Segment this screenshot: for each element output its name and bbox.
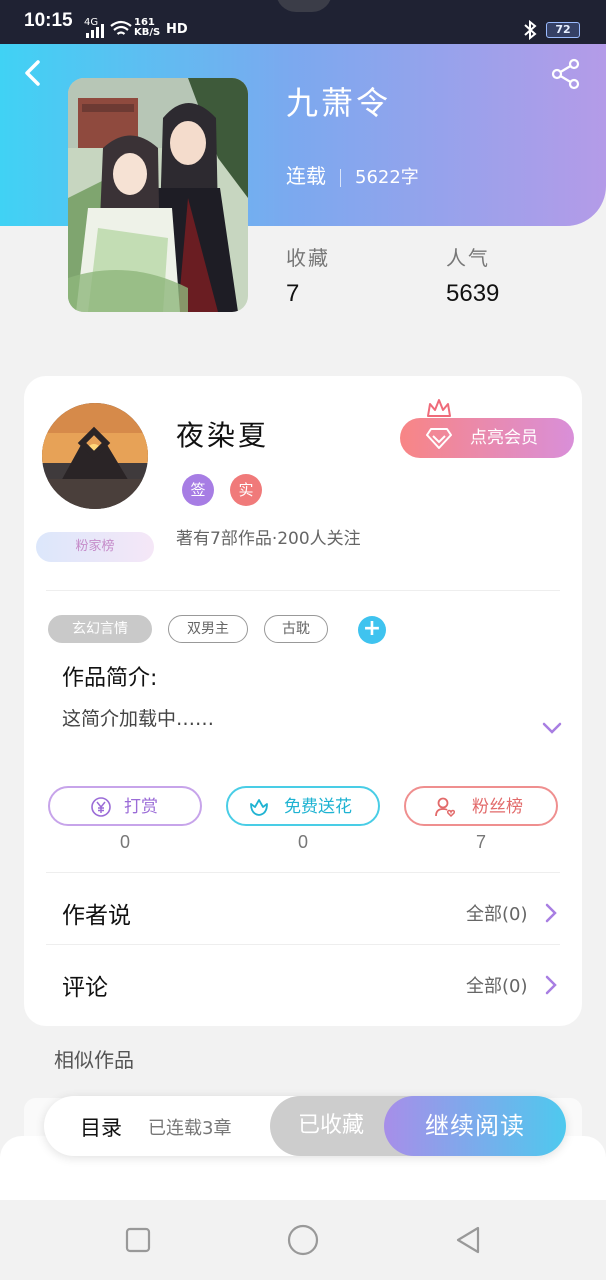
reward-count: 0 (119, 832, 130, 852)
back-icon[interactable] (18, 58, 48, 88)
genre-tag[interactable]: 双男主 (168, 615, 248, 643)
popularity-value: 5639 (446, 280, 500, 307)
author-meta: 著有7部作品·200人关注 (176, 529, 361, 549)
genre-tag[interactable]: 玄幻言情 (48, 615, 152, 643)
fan-rank-tag[interactable]: 粉家榜 (36, 532, 154, 562)
chevron-right-icon[interactable] (544, 902, 558, 924)
status-bar: 10:15 4G 161 KB/S HD 72 (0, 0, 606, 44)
book-cover[interactable] (68, 78, 248, 312)
serial-status: 连载 (286, 164, 326, 188)
genre-tag[interactable]: 古耽 (264, 615, 328, 643)
toc-button[interactable]: 目录 (80, 1112, 122, 1142)
similar-works-title: 相似作品 (54, 1048, 134, 1072)
battery-indicator: 72 (546, 22, 580, 38)
book-title: 九萧令 (286, 84, 392, 122)
popularity-label: 人气 (446, 246, 490, 270)
flower-icon (250, 799, 268, 816)
signal-icon (86, 24, 104, 38)
divider (46, 872, 560, 873)
divider (340, 168, 341, 187)
share-icon[interactable] (550, 58, 582, 90)
book-status-row: 连载 5622字 (286, 160, 419, 189)
author-says-title[interactable]: 作者说 (62, 896, 131, 930)
chapter-count[interactable]: 已连载3章 (148, 1114, 231, 1140)
reward-button[interactable]: 打赏 (48, 786, 202, 826)
continue-reading-button[interactable]: 继续阅读 (384, 1096, 566, 1156)
fan-rank-button[interactable]: 粉丝榜 (404, 786, 558, 826)
author-avatar[interactable] (42, 403, 148, 509)
comments-title[interactable]: 评论 (62, 968, 108, 1002)
status-time: 10:15 (24, 10, 73, 31)
collect-value: 7 (286, 280, 300, 307)
comments-all[interactable]: 全部(0) (466, 972, 528, 998)
verified-badge: 实 (230, 474, 262, 506)
chevron-right-icon[interactable] (544, 974, 558, 996)
crown-icon (427, 399, 451, 417)
chevron-down-icon[interactable] (540, 718, 564, 738)
signed-badge: 签 (182, 474, 214, 506)
author-name[interactable]: 夜染夏 (176, 414, 269, 454)
intro-title: 作品简介: (62, 666, 158, 691)
network-speed: 161 KB/S (134, 17, 161, 38)
square-nav-icon[interactable] (120, 1222, 156, 1258)
hd-label: HD (166, 22, 188, 37)
camera-notch (276, 0, 332, 12)
author-says-all[interactable]: 全部(0) (466, 900, 528, 926)
word-count: 5622字 (355, 167, 419, 188)
circle-nav-icon[interactable] (285, 1222, 321, 1258)
yen-icon (91, 797, 111, 817)
bluetooth-icon (524, 20, 537, 40)
triangle-back-nav-icon[interactable] (450, 1222, 486, 1258)
wifi-icon (110, 20, 132, 35)
diamond-icon (426, 428, 452, 449)
flower-count: 0 (297, 832, 308, 852)
user-heart-icon (435, 797, 456, 818)
collect-label: 收藏 (286, 246, 330, 270)
divider (46, 944, 560, 945)
plus-icon[interactable]: + (358, 616, 386, 644)
divider (46, 590, 560, 591)
fan-count: 7 (475, 832, 486, 852)
intro-text: 这简介加载中…… (62, 708, 215, 730)
